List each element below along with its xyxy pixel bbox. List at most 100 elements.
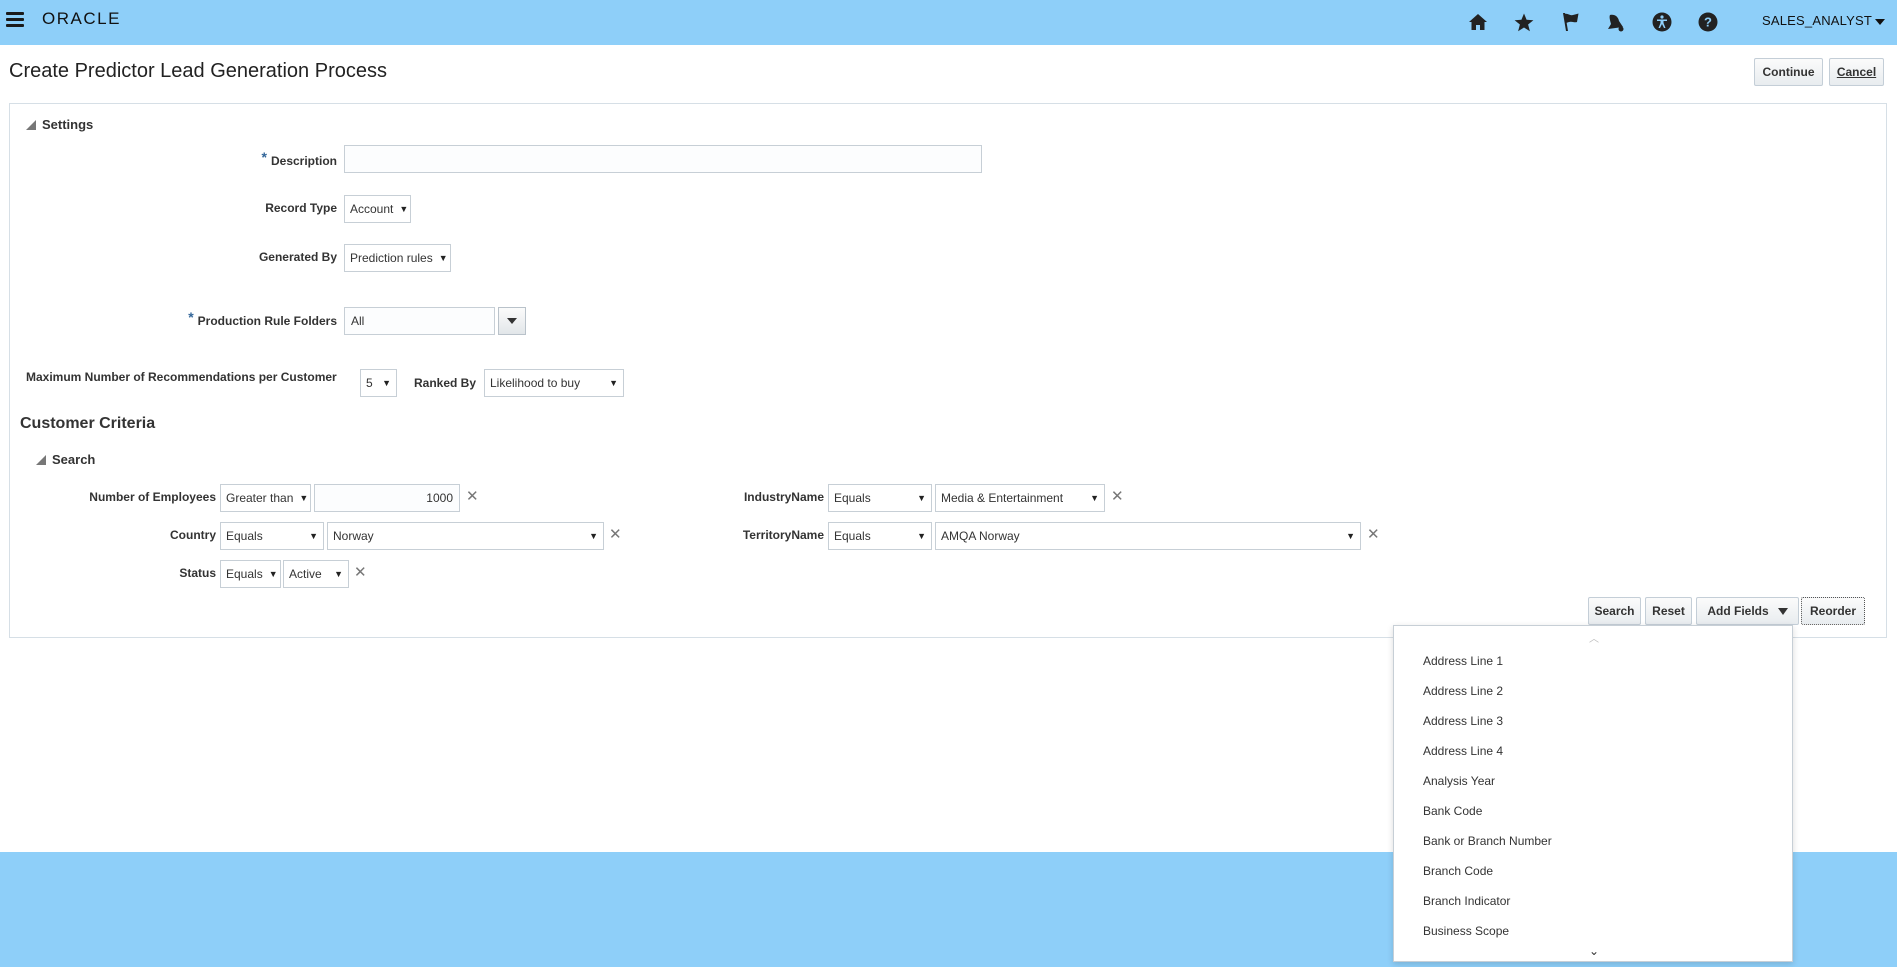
ranked-by-select[interactable]: Likelihood to buy ▼ [484,369,624,397]
help-icon[interactable]: ? [1696,10,1720,34]
collapse-triangle-icon[interactable] [36,454,46,465]
add-fields-menu[interactable]: ︿ Address Line 1 Address Line 2 Address … [1393,625,1793,962]
page-title: Create Predictor Lead Generation Process [9,60,387,82]
search-section-header[interactable]: Search [36,452,95,467]
country-value-select[interactable]: Norway ▼ [327,522,604,550]
add-fields-button[interactable]: Add Fields [1696,597,1799,625]
reset-button-label: Reset [1652,604,1685,618]
industry-operator-value: Equals [834,491,871,505]
continue-button[interactable]: Continue [1754,58,1823,86]
employees-operator-value: Greater than [226,491,294,505]
search-button-label: Search [1594,604,1635,618]
menu-item[interactable]: Address Line 1 [1423,654,1503,668]
bell-icon[interactable] [1604,10,1628,34]
menu-item[interactable]: Bank Code [1423,804,1482,818]
dropdown-arrow-icon: ▼ [589,531,598,541]
status-label: Status [179,566,216,580]
menu-item[interactable]: Business Scope [1423,924,1509,938]
cancel-button[interactable]: Cancel [1829,58,1884,86]
generated-by-label: Generated By [258,250,337,264]
reorder-button[interactable]: Reorder [1801,597,1865,625]
country-label: Country [170,528,216,542]
country-value: Norway [333,529,374,543]
dropdown-arrow-icon: ▼ [299,493,309,503]
remove-employees-icon[interactable]: ✕ [466,489,479,504]
menu-item[interactable]: Address Line 3 [1423,714,1503,728]
generated-by-value: Prediction rules [350,251,433,265]
menu-item[interactable]: Branch Indicator [1423,894,1510,908]
ranked-by-label: Ranked By [414,376,477,390]
user-name: SALES_ANALYST [1762,13,1873,28]
search-button[interactable]: Search [1588,597,1641,625]
user-menu[interactable]: SALES_ANALYST [1762,13,1886,28]
industry-value: Media & Entertainment [941,491,1064,505]
dropdown-arrow-icon: ▼ [399,204,409,214]
status-operator-select[interactable]: Equals ▼ [220,560,281,588]
menu-icon[interactable] [6,12,24,28]
industry-operator-select[interactable]: Equals ▼ [828,484,932,512]
accessibility-icon[interactable] [1650,10,1674,34]
description-input[interactable] [344,145,982,173]
customer-criteria-title: Customer Criteria [20,415,156,432]
generated-by-select[interactable]: Prediction rules ▼ [344,244,451,272]
required-icon: * [188,309,194,325]
dropdown-arrow-icon: ▼ [382,378,391,388]
dropdown-arrow-icon: ▼ [1346,531,1355,541]
remove-status-icon[interactable]: ✕ [354,565,367,580]
country-operator-value: Equals [226,529,263,543]
record-type-select[interactable]: Account ▼ [344,195,411,223]
territory-value-select[interactable]: AMQA Norway ▼ [935,522,1361,550]
record-type-label: Record Type [265,201,337,215]
description-label: * Description [261,149,337,168]
required-icon: * [261,149,267,165]
menu-item[interactable]: Address Line 2 [1423,684,1503,698]
max-recommendations-select[interactable]: 5 ▼ [360,369,397,397]
territory-operator-value: Equals [834,529,871,543]
collapse-triangle-icon[interactable] [26,119,36,130]
svg-text:?: ? [1704,15,1712,30]
dropdown-arrow-icon: ▼ [917,493,926,503]
flag-icon[interactable] [1558,10,1582,34]
scroll-up-icon[interactable]: ︿ [1589,630,1599,645]
employees-value-input[interactable] [314,484,460,512]
scroll-down-icon[interactable]: ⌄ [1589,944,1599,958]
employees-operator-select[interactable]: Greater than ▼ [220,484,311,512]
status-value: Active [289,567,322,581]
dropdown-arrow-icon: ▼ [1090,493,1099,503]
remove-territory-icon[interactable]: ✕ [1367,527,1380,542]
cancel-label: Cancel [1836,65,1877,79]
chevron-down-icon [507,318,517,324]
star-icon[interactable] [1512,10,1536,34]
status-operator-value: Equals [226,567,263,581]
home-icon[interactable] [1466,10,1490,34]
dropdown-arrow-icon: ▼ [309,531,318,541]
chevron-down-icon [1875,18,1886,25]
industry-label: IndustryName [743,490,824,504]
chevron-down-icon [1777,607,1788,615]
menu-item[interactable]: Address Line 4 [1423,744,1503,758]
reorder-button-label: Reorder [1809,604,1856,618]
top-bar: ORACLE ? SALES_ANALYST [0,0,1897,45]
max-recommendations-label: Maximum Number of Recommendations per Cu… [26,370,337,384]
dropdown-arrow-icon: ▼ [334,569,343,579]
menu-item[interactable]: Analysis Year [1423,774,1495,788]
country-operator-select[interactable]: Equals ▼ [220,522,324,550]
territory-operator-select[interactable]: Equals ▼ [828,522,932,550]
remove-country-icon[interactable]: ✕ [609,527,622,542]
record-type-value: Account [350,202,394,216]
territory-value: AMQA Norway [941,529,1020,543]
rule-folders-dropdown-button[interactable] [498,307,526,335]
remove-industry-icon[interactable]: ✕ [1111,489,1124,504]
dropdown-arrow-icon: ▼ [609,378,618,388]
reset-button[interactable]: Reset [1645,597,1692,625]
max-recommendations-value: 5 [366,376,373,390]
dropdown-arrow-icon: ▼ [268,569,278,579]
rule-folders-input[interactable] [344,307,495,335]
industry-value-select[interactable]: Media & Entertainment ▼ [935,484,1105,512]
menu-item[interactable]: Bank or Branch Number [1423,834,1552,848]
menu-item[interactable]: Branch Code [1423,864,1493,878]
status-value-select[interactable]: Active ▼ [283,560,349,588]
settings-header[interactable]: Settings [26,117,93,132]
oracle-logo[interactable]: ORACLE [42,10,121,29]
continue-label: Continue [1762,65,1815,79]
